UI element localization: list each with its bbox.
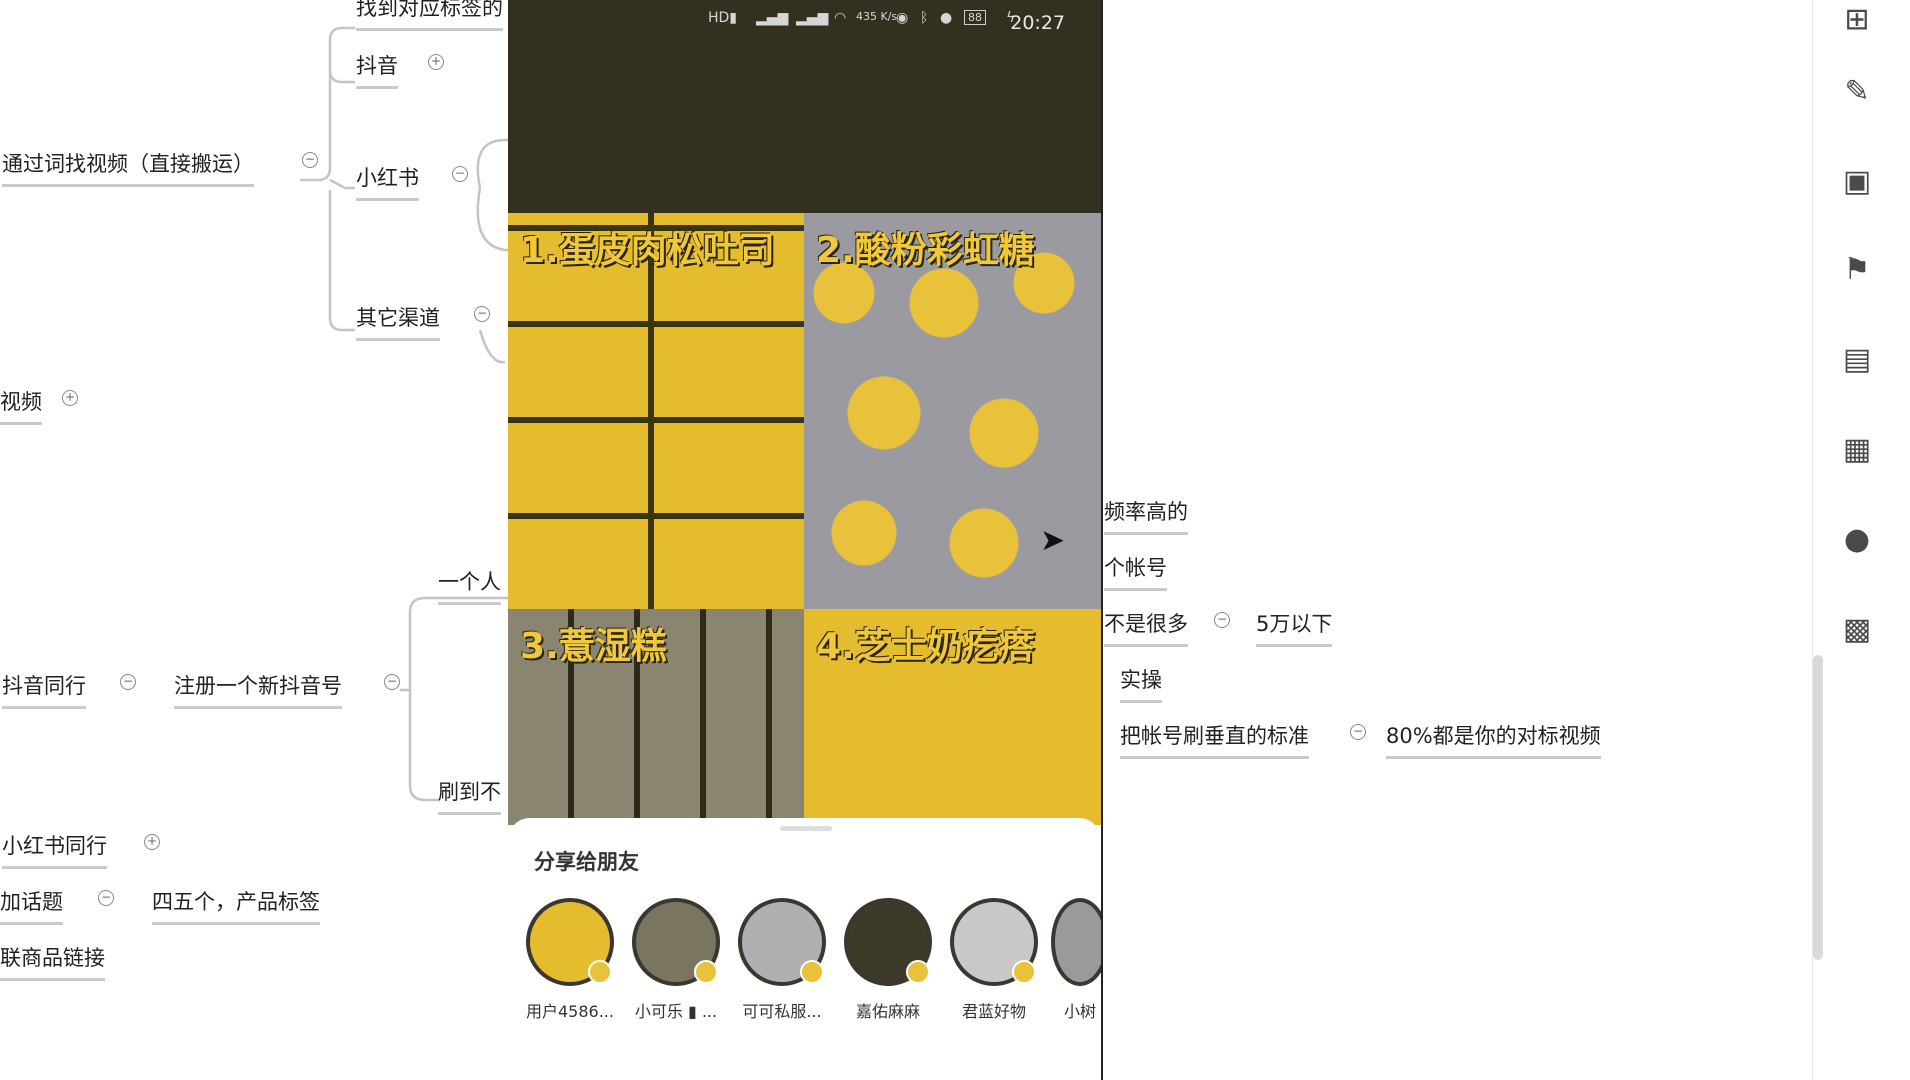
cellular-signal-icon: ▂▄▆	[756, 10, 789, 26]
location-icon: ●	[940, 10, 953, 26]
collapse-icon[interactable]: −	[98, 890, 114, 906]
friend-item[interactable]: 用户4586...	[520, 898, 620, 1022]
friend-item[interactable]: 嘉佑麻麻	[838, 898, 938, 1022]
mindmap-node-one-person[interactable]: 一个人	[438, 566, 501, 605]
cell-title: 3.薏湿糕	[520, 626, 667, 667]
cell-title: 1.蛋皮肉松吐司	[520, 230, 775, 271]
status-time: 20:27	[1010, 12, 1065, 34]
share-sheet[interactable]: 分享给朋友 用户4586... 小可乐 ▮ ... 可可私服... 嘉佑麻麻 君…	[508, 818, 1101, 1080]
friend-name: 小树	[1063, 1002, 1096, 1021]
mindmap-node-find-video[interactable]: 通过词找视频（直接搬运）	[2, 148, 254, 187]
mindmap-node-50k[interactable]: 5万以下	[1256, 608, 1333, 647]
friend-item[interactable]: 君蓝好物	[944, 898, 1044, 1022]
mindmap-node-80[interactable]: 80%都是你的对标视频	[1386, 720, 1601, 759]
expand-icon[interactable]: +	[428, 54, 444, 70]
mindmap-node-register[interactable]: 注册一个新抖音号	[174, 670, 342, 709]
document-icon[interactable]: ▦	[1837, 430, 1877, 470]
avatar	[526, 898, 614, 986]
bluetooth-icon: ᛒ	[920, 10, 929, 26]
mindmap-node-douyin-peer[interactable]: 抖音同行	[2, 670, 86, 709]
collapse-icon[interactable]: −	[1350, 724, 1366, 740]
brush-icon[interactable]: ✎	[1837, 72, 1877, 112]
avatar	[632, 898, 720, 986]
share-title: 分享给朋友	[534, 850, 639, 874]
video-thumbnail[interactable]: 1.蛋皮肉松吐司 2.酸粉彩虹糖 3.薏湿糕 4.芝士奶疙瘩	[508, 213, 1101, 825]
collapse-icon[interactable]: −	[384, 674, 400, 690]
vertical-scrollbar[interactable]	[1813, 655, 1823, 960]
cellular-signal-icon: ▂▄▆	[796, 10, 829, 26]
mindmap-node-frequency[interactable]: 频率高的	[1104, 496, 1188, 535]
phone-screen[interactable]: HD▮ ▂▄▆ ▂▄▆ ◠ 435 K/s ◉ ᛒ ● 88 ϟ 20:27 1…	[508, 0, 1103, 1080]
formula-icon[interactable]: ▤	[1837, 340, 1877, 380]
mindmap-node-practice[interactable]: 实操	[1120, 664, 1162, 703]
comment-icon[interactable]: ●	[1837, 520, 1877, 560]
cell-title: 2.酸粉彩虹糖	[816, 230, 1035, 271]
mindmap-node-xhs-peer[interactable]: 小红书同行	[2, 830, 107, 869]
mindmap-node-account[interactable]: 个帐号	[1104, 552, 1167, 591]
mindmap-node-four-five[interactable]: 四五个，产品标签	[152, 886, 320, 925]
clipboard-icon[interactable]: ▩	[1837, 610, 1877, 650]
friend-name: 君蓝好物	[961, 1002, 1026, 1021]
food-cell: 3.薏湿糕	[508, 609, 804, 825]
avatar	[844, 898, 932, 986]
expand-icon[interactable]: +	[144, 834, 160, 850]
friend-item[interactable]: 可可私服...	[732, 898, 832, 1022]
structure-icon[interactable]: ⊞	[1837, 0, 1877, 40]
mindmap-node-douyin[interactable]: 抖音	[356, 50, 398, 89]
image-icon[interactable]: ▣	[1837, 162, 1877, 202]
net-speed: 435 K/s	[856, 10, 898, 23]
friend-item[interactable]: 小树	[1050, 898, 1101, 1022]
food-cell: 1.蛋皮肉松吐司	[508, 213, 804, 609]
collapse-icon[interactable]: −	[474, 306, 490, 322]
eye-icon: ◉	[896, 10, 909, 26]
hd-signal-icon: HD▮	[708, 10, 738, 26]
wifi-icon: ◠	[834, 10, 847, 26]
avatar	[1051, 898, 1101, 986]
avatar	[950, 898, 1038, 986]
collapse-icon[interactable]: −	[120, 674, 136, 690]
status-bar: HD▮ ▂▄▆ ▂▄▆ ◠ 435 K/s ◉ ᛒ ● 88 ϟ 20:27	[508, 0, 1101, 213]
friend-name: 嘉佑麻麻	[855, 1002, 920, 1021]
mindmap-node-other-channel[interactable]: 其它渠道	[356, 302, 440, 341]
sheet-handle[interactable]	[780, 826, 832, 831]
cell-title: 4.芝士奶疙瘩	[816, 626, 1035, 667]
mindmap-node-not-many[interactable]: 不是很多	[1104, 608, 1188, 647]
collapse-icon[interactable]: −	[1214, 612, 1230, 628]
battery-icon: 88	[964, 10, 986, 25]
mindmap-node-vertical[interactable]: 把帐号刷垂直的标准	[1120, 720, 1309, 759]
expand-icon[interactable]: +	[62, 390, 78, 406]
mindmap-node-link[interactable]: 联商品链接	[0, 942, 105, 981]
mindmap-node-add-topic[interactable]: 加话题	[0, 886, 63, 925]
mindmap-node-video[interactable]: 视频	[0, 386, 42, 425]
friend-name: 小可乐 ▮ ...	[634, 1002, 718, 1021]
right-toolbar: ⊞ ✎ ▣ ⚑ ▤ ▦ ● ▩	[1812, 0, 1910, 1080]
collapse-icon[interactable]: −	[302, 152, 318, 168]
mindmap-node-swipe[interactable]: 刷到不	[438, 776, 501, 815]
flag-icon[interactable]: ⚑	[1837, 250, 1877, 290]
friend-name: 用户4586...	[526, 1002, 614, 1021]
mindmap-node-tag-search[interactable]: 找到对应标签的	[356, 0, 503, 31]
collapse-icon[interactable]: −	[452, 166, 468, 182]
mouse-cursor-icon: ➤	[1040, 523, 1066, 558]
friend-item[interactable]: 小可乐 ▮ ...	[626, 898, 726, 1022]
friend-name: 可可私服...	[742, 1002, 822, 1021]
food-cell: 4.芝士奶疙瘩	[804, 609, 1101, 825]
mindmap-node-xiaohongshu[interactable]: 小红书	[356, 162, 419, 201]
avatar	[738, 898, 826, 986]
